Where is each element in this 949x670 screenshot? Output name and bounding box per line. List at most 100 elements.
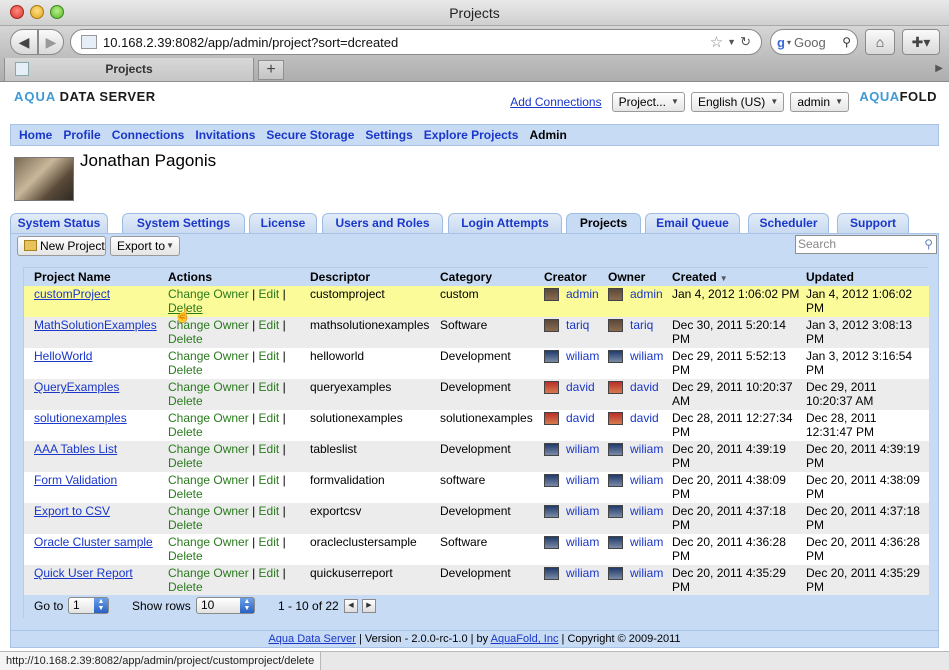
column-header-category[interactable]: Category — [440, 270, 492, 284]
edit-link[interactable]: Edit — [259, 566, 280, 580]
project-select[interactable]: Project... ▼ — [611, 92, 685, 112]
home-button[interactable]: ⌂ — [865, 29, 895, 55]
tab-overflow-icon[interactable]: ▶ — [935, 63, 943, 74]
forward-button[interactable]: ▶ — [38, 29, 64, 55]
aqua-data-server-logo[interactable]: AQUA DATA SERVER — [14, 89, 156, 104]
creator-link[interactable]: admin — [566, 287, 599, 301]
project-name-link[interactable]: Export to CSV — [34, 504, 110, 518]
bookmark-star-icon[interactable]: ☆ — [710, 33, 723, 51]
creator-link[interactable]: wiliam — [566, 473, 599, 487]
web-search-field[interactable]: g ▾ Goog ⚲ — [770, 29, 858, 55]
owner-link[interactable]: wiliam — [630, 566, 663, 580]
creator-link[interactable]: wiliam — [566, 535, 599, 549]
project-name-link[interactable]: AAA Tables List — [34, 442, 117, 456]
change-owner-link[interactable]: Change Owner — [168, 287, 249, 301]
user-select[interactable]: admin ▼ — [790, 92, 849, 112]
footer-company-link[interactable]: AquaFold, Inc — [491, 633, 559, 645]
owner-link[interactable]: wiliam — [630, 473, 663, 487]
change-owner-link[interactable]: Change Owner — [168, 535, 249, 549]
project-name-link[interactable]: solutionexamples — [34, 411, 127, 425]
edit-link[interactable]: Edit — [259, 504, 280, 518]
export-to-button[interactable]: Export to ▼ — [110, 236, 180, 256]
new-tab-button[interactable]: + — [258, 60, 284, 80]
delete-link[interactable]: Delete — [168, 456, 203, 470]
owner-link[interactable]: tariq — [630, 318, 653, 332]
tab-system-settings[interactable]: System Settings — [122, 213, 245, 233]
change-owner-link[interactable]: Change Owner — [168, 349, 249, 363]
tab-users-and-roles[interactable]: Users and Roles — [322, 213, 443, 233]
edit-link[interactable]: Edit — [259, 318, 280, 332]
delete-link[interactable]: Delete — [168, 425, 203, 439]
tab-email-queue[interactable]: Email Queue — [645, 213, 740, 233]
owner-link[interactable]: david — [630, 380, 659, 394]
project-name-link[interactable]: Quick User Report — [34, 566, 133, 580]
history-dropdown-icon[interactable]: ▼ — [727, 37, 736, 47]
creator-link[interactable]: wiliam — [566, 349, 599, 363]
creator-link[interactable]: wiliam — [566, 566, 599, 580]
owner-link[interactable]: david — [630, 411, 659, 425]
rows-per-page-select[interactable]: 10 ▲ ▼ — [196, 597, 255, 614]
edit-link[interactable]: Edit — [259, 442, 280, 456]
edit-link[interactable]: Edit — [259, 287, 280, 301]
back-button[interactable]: ◀ — [10, 29, 38, 55]
change-owner-link[interactable]: Change Owner — [168, 473, 249, 487]
nav-secure-storage[interactable]: Secure Storage — [266, 128, 354, 142]
delete-link[interactable]: Delete — [168, 363, 203, 377]
nav-connections[interactable]: Connections — [112, 128, 185, 142]
address-bar[interactable]: 10.168.2.39:8082/app/admin/project?sort=… — [70, 29, 762, 55]
delete-link[interactable]: Delete — [168, 549, 203, 563]
goto-page-select[interactable]: 1 ▲ ▼ — [68, 597, 109, 614]
search-icon[interactable]: ⚲ — [924, 236, 933, 253]
creator-link[interactable]: wiliam — [566, 504, 599, 518]
reload-icon[interactable]: ↻ — [740, 34, 751, 50]
tab-scheduler[interactable]: Scheduler — [748, 213, 829, 233]
owner-link[interactable]: wiliam — [630, 504, 663, 518]
delete-link[interactable]: Delete — [168, 487, 203, 501]
prev-page-button[interactable]: ◀ — [344, 599, 358, 613]
search-engine-dropdown-icon[interactable]: ▾ — [787, 38, 791, 47]
owner-link[interactable]: wiliam — [630, 442, 663, 456]
nav-explore-projects[interactable]: Explore Projects — [424, 128, 519, 142]
browser-tab-projects[interactable]: Projects — [4, 58, 254, 82]
edit-link[interactable]: Edit — [259, 411, 280, 425]
tab-system-status[interactable]: System Status — [10, 213, 108, 233]
creator-link[interactable]: tariq — [566, 318, 589, 332]
change-owner-link[interactable]: Change Owner — [168, 411, 249, 425]
footer-product-link[interactable]: Aqua Data Server — [268, 633, 355, 645]
column-header-creator[interactable]: Creator — [544, 270, 587, 284]
add-connections-link[interactable]: Add Connections — [510, 95, 601, 109]
search-input[interactable]: Search ⚲ — [795, 235, 937, 254]
owner-link[interactable]: admin — [630, 287, 663, 301]
project-name-link[interactable]: Form Validation — [34, 473, 117, 487]
project-name-link[interactable]: QueryExamples — [34, 380, 119, 394]
edit-link[interactable]: Edit — [259, 380, 280, 394]
owner-link[interactable]: wiliam — [630, 349, 663, 363]
project-name-link[interactable]: customProject — [34, 287, 110, 301]
change-owner-link[interactable]: Change Owner — [168, 566, 249, 580]
delete-link[interactable]: Delete — [168, 518, 203, 532]
creator-link[interactable]: david — [566, 380, 595, 394]
creator-link[interactable]: david — [566, 411, 595, 425]
project-name-link[interactable]: Oracle Cluster sample — [34, 535, 153, 549]
project-name-link[interactable]: MathSolutionExamples — [34, 318, 157, 332]
column-header-owner[interactable]: Owner — [608, 270, 645, 284]
tab-license[interactable]: License — [249, 213, 317, 233]
change-owner-link[interactable]: Change Owner — [168, 442, 249, 456]
column-header-project-name[interactable]: Project Name — [34, 270, 111, 284]
column-header-created[interactable]: Created ▼ — [672, 270, 728, 284]
nav-profile[interactable]: Profile — [63, 128, 100, 142]
nav-home[interactable]: Home — [19, 128, 52, 142]
address-text[interactable]: 10.168.2.39:8082/app/admin/project?sort=… — [103, 35, 710, 50]
bookmarks-menu-button[interactable]: ✚▾ — [902, 29, 940, 55]
delete-link[interactable]: Delete — [168, 394, 203, 408]
nav-admin[interactable]: Admin — [529, 128, 566, 142]
owner-link[interactable]: wiliam — [630, 535, 663, 549]
nav-settings[interactable]: Settings — [365, 128, 412, 142]
edit-link[interactable]: Edit — [259, 473, 280, 487]
edit-link[interactable]: Edit — [259, 349, 280, 363]
new-project-button[interactable]: New Project — [17, 236, 106, 256]
edit-link[interactable]: Edit — [259, 535, 280, 549]
delete-link[interactable]: Delete — [168, 332, 203, 346]
change-owner-link[interactable]: Change Owner — [168, 504, 249, 518]
creator-link[interactable]: wiliam — [566, 442, 599, 456]
